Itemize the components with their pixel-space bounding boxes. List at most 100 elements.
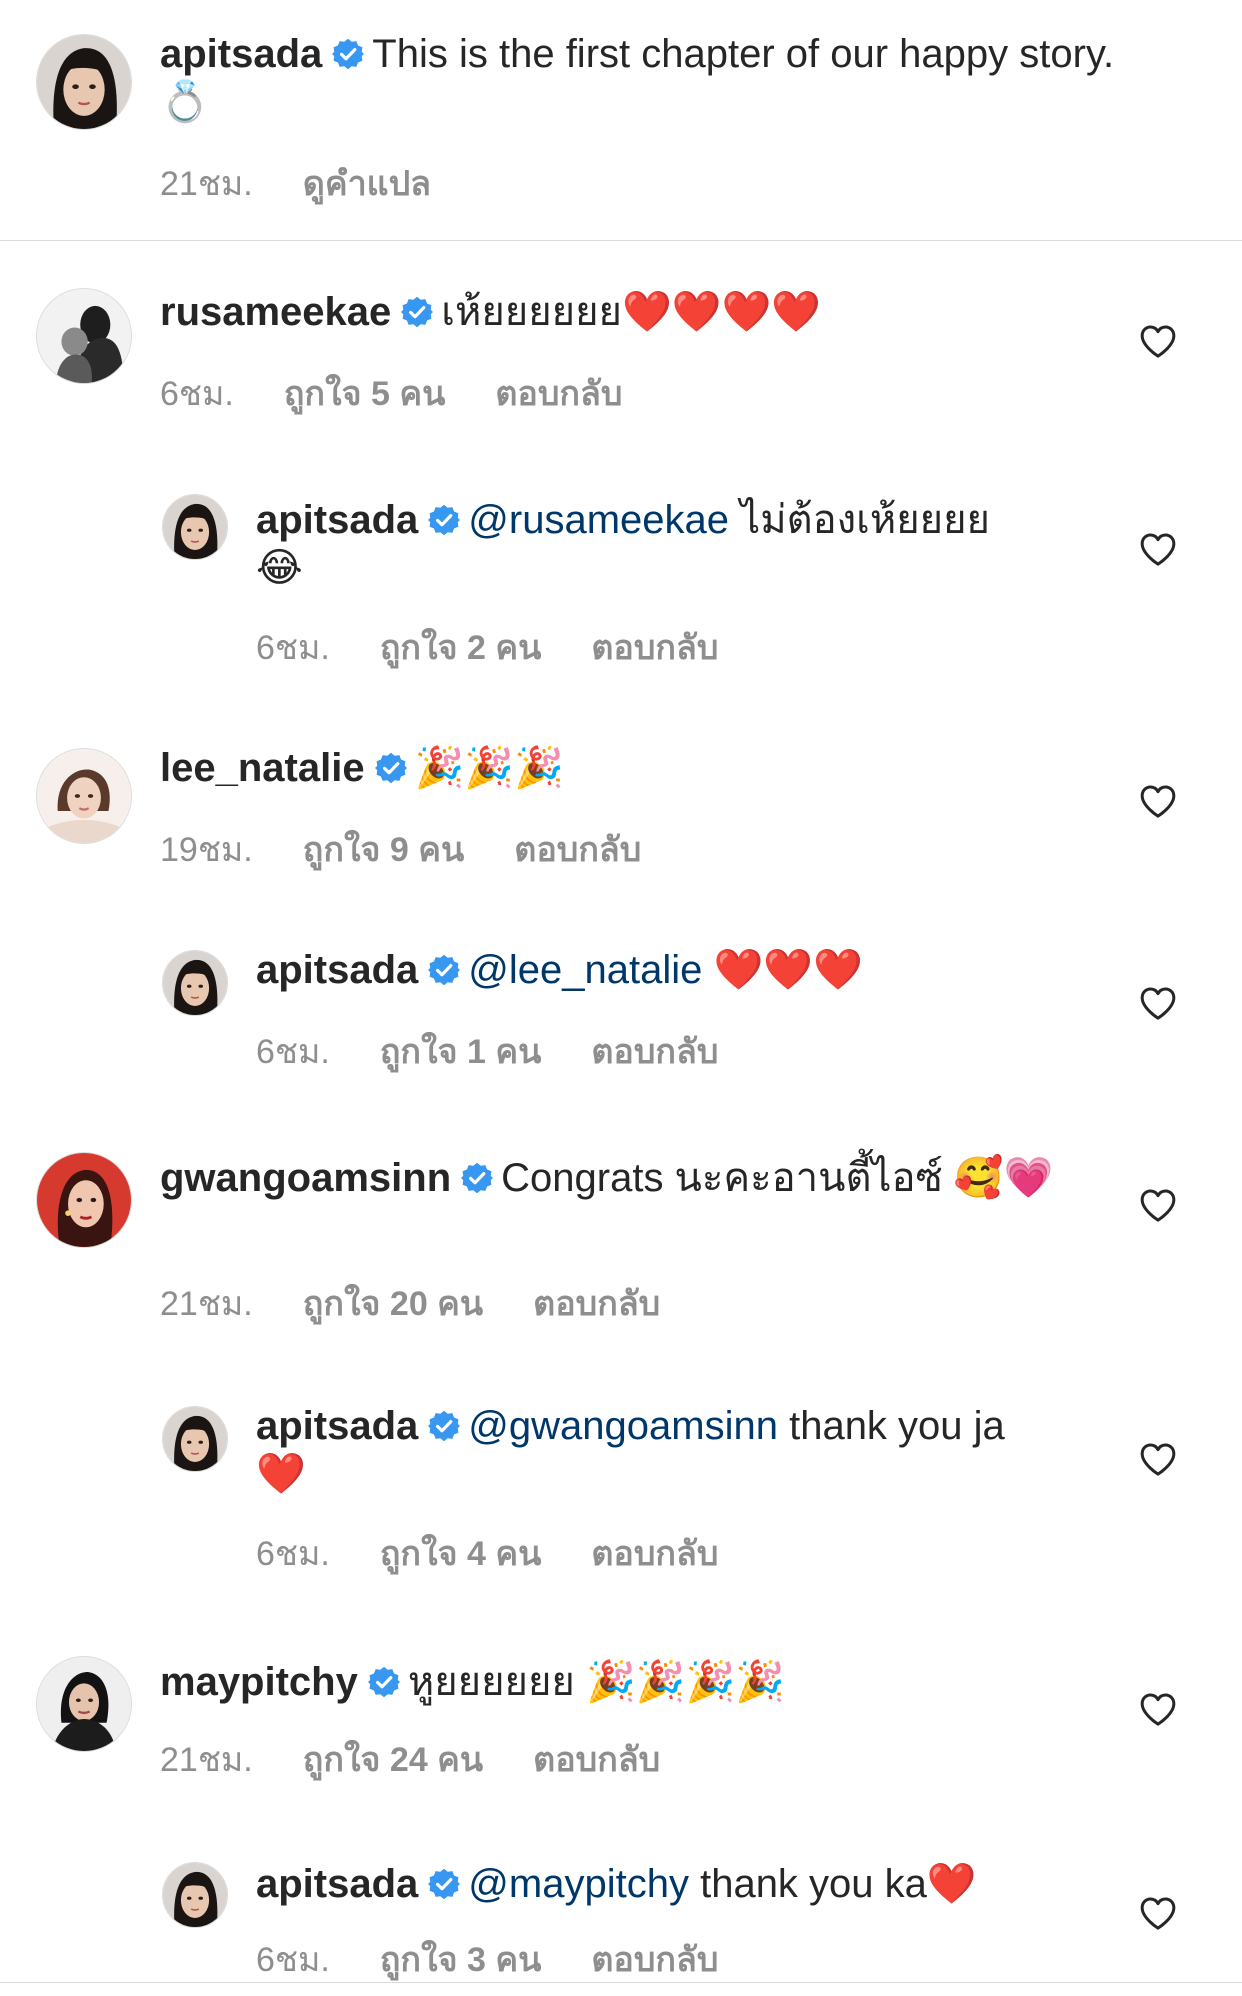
comment-meta: 6ชม. ถูกใจ 5 คน ตอบกลับ xyxy=(160,366,672,420)
translate-link[interactable]: ดูคำแปล xyxy=(303,165,431,203)
verified-badge-icon xyxy=(428,954,460,986)
comment-emoji: 🎉🎉🎉 xyxy=(414,745,564,791)
comment-emoji: 😂 xyxy=(256,545,303,591)
comment-username[interactable]: rusameekae xyxy=(160,290,391,334)
comment-time: 21ชม. xyxy=(160,1741,253,1779)
likes-count[interactable]: ถูกใจ 5 คน xyxy=(284,375,445,413)
likes-count[interactable]: ถูกใจ 3 คน xyxy=(380,1941,541,1979)
verified-badge-icon xyxy=(461,1162,493,1194)
avatar-lee-natalie[interactable] xyxy=(36,748,132,844)
caption-username[interactable]: apitsada xyxy=(160,32,322,76)
mention-link[interactable]: @lee_natalie xyxy=(468,948,702,992)
likes-count[interactable]: ถูกใจ 20 คน xyxy=(303,1285,483,1323)
comment-username[interactable]: gwangoamsinn xyxy=(160,1156,451,1200)
reply-button[interactable]: ตอบกลับ xyxy=(591,1033,718,1071)
comment-username[interactable]: apitsada xyxy=(256,498,418,542)
likes-count[interactable]: ถูกใจ 1 คน xyxy=(380,1033,541,1071)
reply-button[interactable]: ตอบกลับ xyxy=(591,1535,718,1573)
likes-count[interactable]: ถูกใจ 4 คน xyxy=(380,1535,541,1573)
divider xyxy=(0,240,1242,241)
comment-time: 6ชม. xyxy=(256,1941,330,1979)
comment: rusameekae เห้ยยยยยย❤️❤️❤️❤️ xyxy=(160,288,1120,336)
likes-count[interactable]: ถูกใจ 9 คน xyxy=(303,831,464,869)
comment-text: ไม่ต้องเห้ยยยย xyxy=(729,498,990,542)
comment-time: 19ชม. xyxy=(160,831,253,869)
avatar-apitsada[interactable] xyxy=(162,950,228,1016)
likes-count[interactable]: ถูกใจ 2 คน xyxy=(380,629,541,667)
verified-badge-icon xyxy=(428,1868,460,1900)
comment-text: หูยยยยยย xyxy=(407,1660,586,1704)
avatar-apitsada[interactable] xyxy=(162,1862,228,1928)
comment-emoji: 🎉🎉🎉🎉 xyxy=(585,1659,786,1705)
comment-username[interactable]: apitsada xyxy=(256,1862,418,1906)
heart-outline-icon[interactable] xyxy=(1138,984,1178,1024)
verified-badge-icon xyxy=(375,752,407,784)
comment: lee_natalie 🎉🎉🎉 xyxy=(160,744,1120,792)
likes-count[interactable]: ถูกใจ 24 คน xyxy=(303,1741,483,1779)
reply-button[interactable]: ตอบกลับ xyxy=(514,831,641,869)
comment: maypitchy หูยยยยยย 🎉🎉🎉🎉 xyxy=(160,1658,1120,1706)
comment-time: 6ชม. xyxy=(256,629,330,667)
reply-button[interactable]: ตอบกลับ xyxy=(591,629,718,667)
avatar-maypitchy[interactable] xyxy=(36,1656,132,1752)
heart-outline-icon[interactable] xyxy=(1138,1894,1178,1934)
reply-comment: apitsada @gwangoamsinn thank you ja ❤️ xyxy=(256,1402,1116,1498)
reply-button[interactable]: ตอบกลับ xyxy=(495,375,622,413)
heart-outline-icon[interactable] xyxy=(1138,782,1178,822)
verified-badge-icon xyxy=(401,296,433,328)
mention-link[interactable]: @maypitchy xyxy=(468,1862,689,1906)
comment-meta: 6ชม. ถูกใจ 4 คน ตอบกลับ xyxy=(256,1526,768,1580)
heart-outline-icon[interactable] xyxy=(1138,530,1178,570)
comment-text xyxy=(702,948,713,992)
comment-meta: 6ชม. ถูกใจ 1 คน ตอบกลับ xyxy=(256,1024,768,1078)
verified-badge-icon xyxy=(428,504,460,536)
comment-username[interactable]: apitsada xyxy=(256,1404,418,1448)
caption: apitsada This is the first chapter of our… xyxy=(160,30,1120,126)
verified-badge-icon xyxy=(368,1666,400,1698)
reply-button[interactable]: ตอบกลับ xyxy=(533,1285,660,1323)
comment-emoji: 🥰💗 xyxy=(953,1155,1054,1201)
mention-link[interactable]: @gwangoamsinn xyxy=(468,1404,778,1448)
avatar-rusameekae[interactable] xyxy=(36,288,132,384)
comment-meta: 21ชม. ถูกใจ 20 คน ตอบกลับ xyxy=(160,1276,710,1330)
comment-text: Congrats นะคะอานตี้ไอซ์ xyxy=(501,1156,954,1200)
comment-time: 21ชม. xyxy=(160,1285,253,1323)
avatar-apitsada[interactable] xyxy=(162,494,228,560)
avatar-apitsada[interactable] xyxy=(162,1406,228,1472)
comment-meta: 6ชม. ถูกใจ 3 คน ตอบกลับ xyxy=(256,1932,768,1986)
reply-button[interactable]: ตอบกลับ xyxy=(591,1941,718,1979)
heart-outline-icon[interactable] xyxy=(1138,1440,1178,1480)
comment: gwangoamsinn Congrats นะคะอานตี้ไอซ์ 🥰💗 xyxy=(160,1154,1120,1202)
ring-emoji: 💍 xyxy=(160,79,210,125)
avatar-apitsada[interactable] xyxy=(36,34,132,130)
caption-meta: 21ชม. ดูคำแปล xyxy=(160,156,481,210)
comment-emoji: ❤️ xyxy=(926,1861,977,1907)
comment-time: 6ชม. xyxy=(256,1033,330,1071)
heart-outline-icon[interactable] xyxy=(1138,1690,1178,1730)
comment-username[interactable]: maypitchy xyxy=(160,1660,358,1704)
comment-meta: 21ชม. ถูกใจ 24 คน ตอบกลับ xyxy=(160,1732,710,1786)
comment-text: เห้ยยยยยย xyxy=(441,290,622,334)
caption-text: This is the first chapter of our happy s… xyxy=(372,32,1115,76)
mention-link[interactable]: @rusameekae xyxy=(468,498,729,542)
comment-meta: 6ชม. ถูกใจ 2 คน ตอบกลับ xyxy=(256,620,768,674)
avatar-gwangoamsinn[interactable] xyxy=(36,1152,132,1248)
comment-time: 6ชม. xyxy=(160,375,234,413)
reply-comment: apitsada @maypitchy thank you ka❤️ xyxy=(256,1860,1116,1908)
heart-outline-icon[interactable] xyxy=(1138,1186,1178,1226)
reply-button[interactable]: ตอบกลับ xyxy=(533,1741,660,1779)
reply-comment: apitsada @rusameekae ไม่ต้องเห้ยยยย 😂 xyxy=(256,496,1116,592)
reply-comment: apitsada @lee_natalie ❤️❤️❤️ xyxy=(256,946,1116,994)
comment-meta: 19ชม. ถูกใจ 9 คน ตอบกลับ xyxy=(160,822,691,876)
divider xyxy=(0,1982,1242,1983)
comment-username[interactable]: apitsada xyxy=(256,948,418,992)
caption-time: 21ชม. xyxy=(160,165,253,203)
comment-text: thank you ka xyxy=(688,1862,927,1906)
heart-outline-icon[interactable] xyxy=(1138,322,1178,362)
verified-badge-icon xyxy=(428,1410,460,1442)
comment-username[interactable]: lee_natalie xyxy=(160,746,365,790)
comment-text: thank you ja xyxy=(777,1404,1005,1448)
comment-emoji: ❤️❤️❤️ xyxy=(713,947,863,993)
comment-emoji: ❤️❤️❤️❤️ xyxy=(621,289,822,335)
verified-badge-icon xyxy=(332,38,364,70)
